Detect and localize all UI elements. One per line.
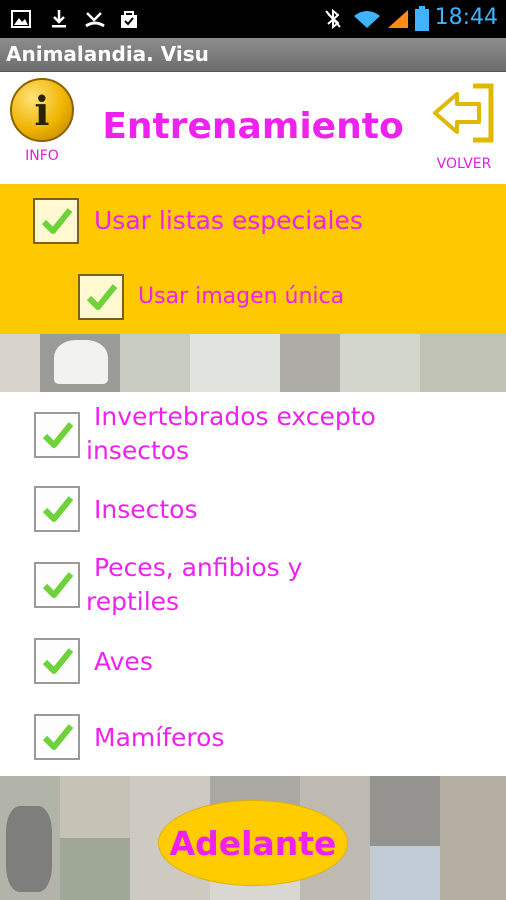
clock: 18:44 <box>434 5 498 30</box>
download-icon <box>52 10 66 28</box>
birds-label: Aves <box>94 647 153 676</box>
fish-label-line1: Peces, anfibios y <box>94 553 303 582</box>
app-title: Animalandia. Visu <box>6 42 209 66</box>
insects-label: Insectos <box>94 495 198 524</box>
check-icon <box>42 572 74 598</box>
fish-amphibians-reptiles-checkbox[interactable] <box>34 562 80 608</box>
mammals-checkbox[interactable] <box>34 714 80 760</box>
mammals-label: Mamíferos <box>94 723 225 752</box>
special-options-panel: Usar listas especiales Usar imagen única <box>0 184 506 334</box>
status-bar: 18:44 <box>0 0 506 38</box>
invertebrates-label-line1: Invertebrados excepto <box>94 402 376 431</box>
battery-icon <box>415 6 429 31</box>
special-lists-checkbox[interactable] <box>33 198 79 244</box>
bag-icon <box>121 11 137 28</box>
exit-icon <box>433 83 494 143</box>
check-icon <box>42 422 74 448</box>
check-icon <box>42 724 74 750</box>
check-icon <box>42 496 74 522</box>
app-title-bar: Animalandia. Visu <box>0 38 506 72</box>
back-label: VOLVER <box>436 156 492 172</box>
check-icon <box>86 284 118 310</box>
insects-checkbox[interactable] <box>34 486 80 532</box>
bluetooth-off-icon <box>325 8 341 30</box>
gallery-icon <box>11 10 31 28</box>
invertebrates-checkbox[interactable] <box>34 412 80 458</box>
birds-checkbox[interactable] <box>34 638 80 684</box>
special-lists-label: Usar listas especiales <box>94 206 363 235</box>
single-image-label: Usar imagen única <box>138 284 345 309</box>
missed-call-icon <box>85 12 105 28</box>
back-button[interactable]: VOLVER <box>426 78 502 178</box>
fish-label-line2: reptiles <box>86 587 180 616</box>
animal-groups-list: Invertebrados excepto insectos Insectos … <box>0 392 506 776</box>
signal-icon <box>388 10 408 28</box>
next-button[interactable]: Adelante <box>158 800 348 886</box>
animal-collage-top <box>0 334 506 392</box>
invertebrates-label-line2: insectos <box>86 436 190 465</box>
info-label: INFO <box>25 148 59 164</box>
wifi-icon <box>354 11 380 28</box>
check-icon <box>42 648 74 674</box>
single-image-checkbox[interactable] <box>78 274 124 320</box>
check-icon <box>41 208 73 234</box>
header: i INFO Entrenamiento VOLVER <box>0 72 506 184</box>
